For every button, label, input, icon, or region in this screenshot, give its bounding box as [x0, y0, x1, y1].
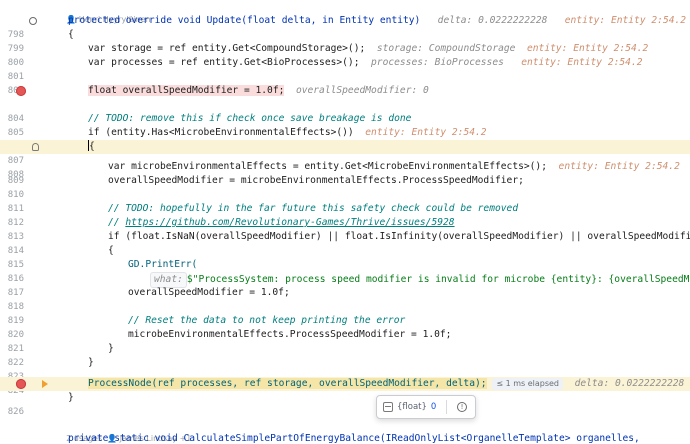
code-line-820[interactable]: 820 // Reset the data to not keep printi…: [0, 314, 690, 340]
inline-hint-delta: delta: 0.0222222228: [574, 378, 685, 389]
execution-point-icon: [42, 380, 48, 388]
code-editor[interactable]: 👤 Henri Hyyryläinen 798 protected overri…: [0, 0, 690, 444]
code-line-817[interactable]: 817 what: $"ProcessSystem: process speed …: [0, 272, 690, 298]
code-line-799[interactable]: 799 {: [0, 28, 690, 54]
code-line-819[interactable]: 819: [0, 300, 690, 326]
variable-type-icon: [383, 402, 393, 412]
inline-hint-entity: entity: Entity 2:54.2: [521, 57, 643, 68]
code-line-826[interactable]: 826 }: [0, 391, 690, 417]
override-icon[interactable]: [26, 14, 40, 28]
code-line-801[interactable]: 801 var processes = ref entity.Get<BioPr…: [0, 56, 690, 82]
code-line-802[interactable]: 802: [0, 70, 690, 96]
code-line-825-execution[interactable]: 825 ProcessNode(ref processes, ref stora…: [0, 377, 690, 391]
method-signature: protected override void Update(float del…: [68, 15, 421, 26]
code-line-821[interactable]: 821 microbeEnvironmentalEffects.ProcessS…: [0, 328, 690, 354]
code-line-next[interactable]: private static void CalculateSimplePartO…: [0, 432, 690, 444]
code-line-810[interactable]: 810 overallSpeedModifier = microbeEnviro…: [0, 174, 690, 200]
code-line-814[interactable]: 814 if (float.IsNaN(overallSpeedModifier…: [0, 230, 690, 256]
inline-hint-speed-modifier: overallSpeedModifier: 0: [295, 85, 429, 96]
breakpoint-icon[interactable]: [14, 377, 28, 391]
code-line-807-current[interactable]: 807 {: [0, 140, 690, 166]
code-vision-author-top[interactable]: 👤 Henri Hyyryläinen: [56, 2, 151, 24]
code-line-798[interactable]: 798 protected override void Update(float…: [0, 14, 690, 40]
debug-value-popup[interactable]: {float} 0 !: [376, 395, 476, 419]
code-line-822[interactable]: 822 }: [0, 342, 690, 368]
code-line-811[interactable]: 811: [0, 188, 690, 214]
lightbulb-icon[interactable]: [28, 140, 42, 154]
inline-hint-entity: entity: Entity 2:54.2: [564, 15, 687, 26]
code-line-815[interactable]: 815 {: [0, 244, 690, 270]
code-line-803[interactable]: 803 float overallSpeedModifier = 1.0f; o…: [0, 84, 690, 98]
code-line-816[interactable]: 816 GD.PrintErr(: [0, 258, 690, 284]
code-line-809[interactable]: 809 var microbeEnvironmentalEffects = en…: [0, 160, 690, 186]
inline-hint-entity: entity: Entity 2:54.2: [558, 161, 680, 172]
issue-link[interactable]: https://github.com/Revolutionary-Games/T…: [125, 217, 454, 228]
code-line-812[interactable]: 812 // TODO: hopefully in the far future…: [0, 202, 690, 228]
info-icon[interactable]: !: [457, 402, 467, 412]
code-line-800[interactable]: 800 var storage = ref entity.Get<Compoun…: [0, 42, 690, 68]
inline-hint-delta: delta: 0.0222222228: [437, 15, 548, 26]
inline-hint-entity: entity: Entity 2:54.2: [527, 43, 649, 54]
inline-hint-processes: processes: BioProcesses: [371, 57, 504, 68]
code-line-806[interactable]: 806 if (entity.Has<MicrobeEnvironmentalE…: [0, 126, 690, 152]
inline-hint-storage: storage: CompoundStorage: [376, 43, 516, 54]
code-line-804[interactable]: 804: [0, 98, 690, 124]
breakpoint-icon[interactable]: [14, 84, 28, 98]
inline-hint-entity: entity: Entity 2:54.2: [365, 127, 487, 138]
elapsed-time-chip: ≤ 1 ms elapsed: [492, 378, 564, 390]
code-line-823[interactable]: 823 }: [0, 356, 690, 382]
code-line-805[interactable]: 805 // TODO: remove this if check once s…: [0, 112, 690, 138]
code-line-818[interactable]: 818 overallSpeedModifier = 1.0f;: [0, 286, 690, 312]
code-line-813[interactable]: 813 // https://github.com/Revolutionary-…: [0, 216, 690, 242]
